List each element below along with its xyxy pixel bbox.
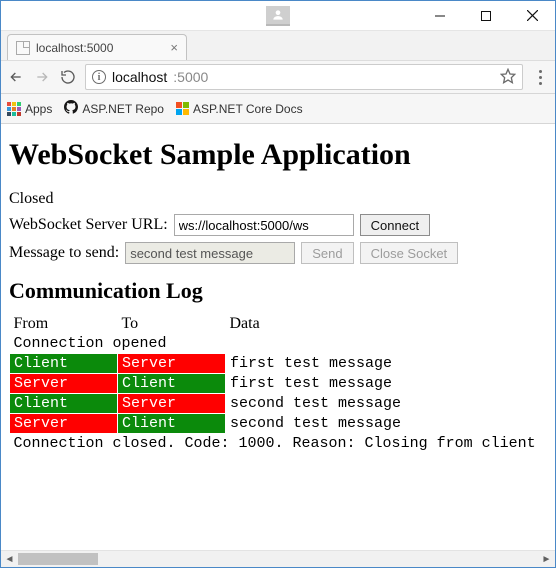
message-row: Message to send: Send Close Socket xyxy=(9,242,547,264)
connection-status: Closed xyxy=(9,190,547,208)
col-to: To xyxy=(118,314,226,334)
window-titlebar xyxy=(1,1,555,31)
bookmark-label: ASP.NET Core Docs xyxy=(193,102,303,116)
from-cell: Client xyxy=(10,354,118,374)
page-content: WebSocket Sample Application Closed WebS… xyxy=(1,124,555,550)
back-button[interactable] xyxy=(7,68,25,86)
data-cell: second test message xyxy=(226,414,548,434)
horizontal-scrollbar[interactable]: ◄ ► xyxy=(1,550,555,567)
from-cell: Server xyxy=(10,374,118,394)
browser-tab[interactable]: localhost:5000 × xyxy=(7,34,187,60)
reload-button[interactable] xyxy=(59,68,77,86)
from-cell: Server xyxy=(10,414,118,434)
log-heading: Communication Log xyxy=(9,278,547,304)
data-cell: first test message xyxy=(226,374,548,394)
scroll-thumb[interactable] xyxy=(18,553,98,565)
from-cell: Client xyxy=(10,394,118,414)
scroll-track[interactable] xyxy=(18,551,538,567)
profile-avatar[interactable] xyxy=(266,6,290,26)
bookmark-aspnet-repo[interactable]: ASP.NET Repo xyxy=(64,100,164,117)
url-rest: :5000 xyxy=(173,69,208,85)
address-bar[interactable]: i localhost :5000 xyxy=(85,64,523,90)
send-button: Send xyxy=(301,242,353,264)
apps-label: Apps xyxy=(25,102,52,116)
log-header-row: From To Data xyxy=(10,314,548,334)
to-cell: Server xyxy=(118,354,226,374)
message-input xyxy=(125,242,295,264)
table-row: Server Client second test message xyxy=(10,414,548,434)
table-row: Server Client first test message xyxy=(10,374,548,394)
bookmarks-bar: Apps ASP.NET Repo ASP.NET Core Docs xyxy=(1,94,555,124)
file-icon xyxy=(16,41,30,55)
col-data: Data xyxy=(226,314,548,334)
window-minimize-button[interactable] xyxy=(417,1,463,30)
data-cell: first test message xyxy=(226,354,548,374)
window-maximize-button[interactable] xyxy=(463,1,509,30)
github-icon xyxy=(64,100,78,117)
log-closed-row: Connection closed. Code: 1000. Reason: C… xyxy=(10,434,548,454)
browser-toolbar: i localhost :5000 xyxy=(1,60,555,94)
server-url-input[interactable] xyxy=(174,214,354,236)
url-host: localhost xyxy=(112,69,167,85)
table-row: Client Server second test message xyxy=(10,394,548,414)
scroll-left-button[interactable]: ◄ xyxy=(1,551,18,567)
message-label: Message to send: xyxy=(9,244,119,262)
apps-shortcut[interactable]: Apps xyxy=(7,102,52,116)
microsoft-icon xyxy=(176,102,189,115)
log-closed: Connection closed. Code: 1000. Reason: C… xyxy=(10,434,548,454)
url-row: WebSocket Server URL: Connect xyxy=(9,214,547,236)
bookmark-label: ASP.NET Repo xyxy=(82,102,164,116)
url-label: WebSocket Server URL: xyxy=(9,216,168,234)
table-row: Client Server first test message xyxy=(10,354,548,374)
bookmark-star-icon[interactable] xyxy=(500,68,516,87)
new-tab-button[interactable] xyxy=(193,40,213,58)
to-cell: Server xyxy=(118,394,226,414)
tab-title: localhost:5000 xyxy=(36,41,113,55)
bookmark-aspnet-core-docs[interactable]: ASP.NET Core Docs xyxy=(176,102,303,116)
window-close-button[interactable] xyxy=(509,1,555,30)
col-from: From xyxy=(10,314,118,334)
scroll-right-button[interactable]: ► xyxy=(538,551,555,567)
apps-icon xyxy=(7,102,21,116)
tab-strip: localhost:5000 × xyxy=(1,31,555,60)
site-info-icon[interactable]: i xyxy=(92,70,106,84)
forward-button xyxy=(33,68,51,86)
communication-log-table: From To Data Connection opened Client Se… xyxy=(9,314,547,453)
tab-close-icon[interactable]: × xyxy=(170,41,178,54)
log-opened-row: Connection opened xyxy=(10,334,548,354)
connect-button[interactable]: Connect xyxy=(360,214,430,236)
log-opened: Connection opened xyxy=(10,334,548,354)
page-title: WebSocket Sample Application xyxy=(9,138,547,172)
to-cell: Client xyxy=(118,414,226,434)
close-socket-button: Close Socket xyxy=(360,242,459,264)
to-cell: Client xyxy=(118,374,226,394)
data-cell: second test message xyxy=(226,394,548,414)
browser-menu-button[interactable] xyxy=(531,70,549,85)
